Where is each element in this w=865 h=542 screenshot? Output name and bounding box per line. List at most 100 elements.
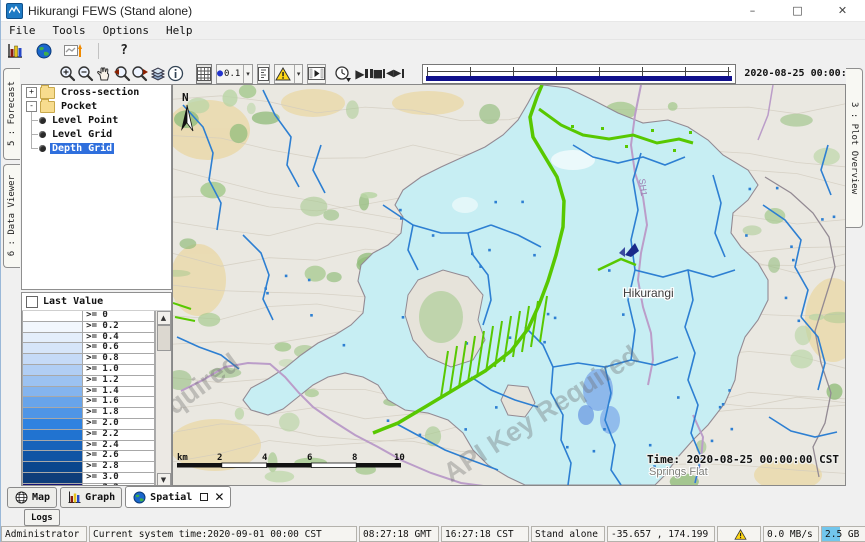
folder-icon: [40, 87, 55, 99]
zoom-out-icon[interactable]: [77, 64, 95, 84]
layer-bullet-icon: [39, 145, 46, 152]
timeline-span-bar[interactable]: [426, 76, 732, 81]
database-chart-icon[interactable]: [5, 41, 25, 61]
pause-button[interactable]: [365, 69, 373, 78]
expand-icon[interactable]: +: [26, 87, 37, 98]
maximize-button[interactable]: □: [775, 0, 820, 21]
info-icon[interactable]: [167, 64, 184, 84]
svg-text:6: 6: [307, 453, 312, 463]
legend-color-swatch: [22, 387, 83, 398]
tab-graph[interactable]: Graph: [60, 487, 122, 508]
svg-text:8: 8: [352, 453, 357, 463]
legend-color-swatch: [22, 311, 83, 322]
legend-color-swatch: [22, 354, 83, 365]
tab-data-viewer[interactable]: 6 : Data Viewer: [3, 164, 20, 268]
tab-restore-icon[interactable]: [200, 493, 208, 501]
app-icon: [6, 3, 23, 19]
tree-node-level-grid[interactable]: Level Grid: [31, 128, 171, 141]
grid-display-button[interactable]: [196, 64, 212, 84]
status-coordinates: -35.657 , 174.199: [607, 526, 715, 542]
skip-to-end-button[interactable]: ▶: [394, 69, 405, 78]
status-memory: 2.5 GB: [821, 526, 865, 542]
scroll-up-icon[interactable]: ▲: [157, 311, 171, 325]
stop-button[interactable]: ■: [373, 67, 383, 80]
status-gmt-time: 08:27:18 GMT: [359, 526, 439, 542]
menu-file[interactable]: File: [6, 24, 44, 37]
collapse-icon[interactable]: -: [26, 101, 37, 112]
chevron-down-icon: ▾: [243, 65, 252, 83]
status-warning[interactable]: [717, 526, 761, 542]
chevron-down-icon: ▾: [294, 65, 303, 83]
warning-threshold-dropdown[interactable]: ▾: [274, 64, 304, 84]
zoom-previous-icon[interactable]: [113, 64, 131, 84]
display-groups-icon[interactable]: [63, 41, 83, 61]
class-break-dropdown[interactable]: ● 0.1 ▾: [216, 64, 253, 84]
title-bar: Hikurangi FEWS (Stand alone) – □ ✕: [1, 0, 865, 22]
svg-text:10: 10: [394, 453, 405, 463]
time-settings-icon[interactable]: [334, 64, 351, 84]
status-bar: Administrator Current system time:2020-0…: [1, 526, 865, 542]
zoom-next-icon[interactable]: [131, 64, 149, 84]
zoom-in-icon[interactable]: [59, 64, 77, 84]
menu-options[interactable]: Options: [100, 24, 157, 37]
tab-map[interactable]: Map: [7, 487, 57, 508]
legend-class-label: >= 0.2: [83, 322, 155, 333]
spatial-map-view[interactable]: API Key Required API Key Required Hikura…: [172, 84, 846, 486]
tree-node-depth-grid[interactable]: Depth Grid: [31, 142, 171, 155]
legend-color-swatch: [22, 484, 83, 486]
play-button[interactable]: ▶: [355, 67, 364, 81]
layer-bullet-icon: [39, 117, 46, 124]
legend-scrollbar[interactable]: ▲ ▼: [156, 311, 171, 486]
folder-icon: [40, 101, 55, 113]
timeline-slider[interactable]: [422, 64, 736, 84]
tab-spatial[interactable]: Spatial ✕: [125, 486, 231, 508]
legend-panel: Last Value >= 0>= 0.2>= 0.4>= 0.6>= 0.8>…: [21, 292, 172, 486]
tab-plot-overview[interactable]: 3 : Plot Overview: [846, 68, 863, 228]
legend-row[interactable]: >= 1.2: [22, 376, 155, 387]
minimize-button[interactable]: –: [730, 0, 775, 21]
logs-button[interactable]: Logs: [24, 509, 60, 526]
legend-color-swatch: [22, 343, 83, 354]
menu-help[interactable]: Help: [163, 24, 201, 37]
last-value-label: Last Value: [43, 296, 103, 307]
toolbar-separator: [98, 43, 99, 59]
layer-bullet-icon: [39, 131, 46, 138]
legend-row[interactable]: >= 0.2: [22, 322, 155, 333]
skip-to-start-button[interactable]: ◀: [383, 69, 394, 78]
status-transfer-rate: 0.0 MB/s: [763, 526, 819, 542]
tab-close-icon[interactable]: ✕: [214, 492, 224, 502]
legend-row[interactable]: >= 2.2: [22, 430, 155, 441]
legend-color-swatch: [22, 441, 83, 452]
status-mode: Stand alone: [531, 526, 605, 542]
menu-tools[interactable]: Tools: [50, 24, 94, 37]
globe-explorer-icon[interactable]: [34, 41, 54, 61]
bottom-tab-bar: Map Graph Spatial ✕: [1, 487, 865, 508]
map-toolbar: ● 0.1 ▾ ▾ ▶ ■ ◀ ▶ 2020-08-25 00:00:00 CS…: [1, 61, 865, 86]
locality-label: Springs Flat: [649, 466, 708, 478]
tab-forecast[interactable]: 5 : Forecast: [3, 68, 20, 160]
close-button[interactable]: ✕: [820, 0, 865, 21]
svg-text:N: N: [182, 91, 189, 104]
left-tab-strip: 5 : Forecast 6 : Data Viewer: [1, 64, 21, 486]
legend-color-swatch: [22, 333, 83, 344]
legend-class-label: >= 1.2: [83, 376, 155, 387]
tree-node-cross-section[interactable]: + Cross-section: [22, 86, 171, 99]
scroll-down-icon[interactable]: ▼: [157, 473, 171, 486]
tree-node-pocket[interactable]: - Pocket: [22, 100, 171, 113]
road-label: SH1: [637, 178, 649, 197]
layers-icon[interactable]: [149, 64, 167, 84]
map-canvas[interactable]: API Key Required API Key Required Hikura…: [173, 85, 845, 485]
last-value-checkbox[interactable]: [26, 296, 38, 308]
scroll-thumb[interactable]: [157, 325, 171, 351]
status-system-time: Current system time:2020-09-01 00:00 CST: [89, 526, 357, 542]
help-button[interactable]: ?: [114, 41, 134, 61]
window-title: Hikurangi FEWS (Stand alone): [28, 4, 192, 18]
longitudinal-profile-button[interactable]: [257, 64, 270, 84]
main-toolbar: ?: [1, 40, 865, 61]
scroll-track[interactable]: [157, 325, 171, 473]
menu-bar: File Tools Options Help: [1, 22, 865, 40]
legend-color-swatch: [22, 451, 83, 462]
animation-button[interactable]: [307, 64, 326, 84]
pan-hand-icon[interactable]: [95, 64, 113, 84]
tree-node-level-point[interactable]: Level Point: [31, 114, 171, 127]
